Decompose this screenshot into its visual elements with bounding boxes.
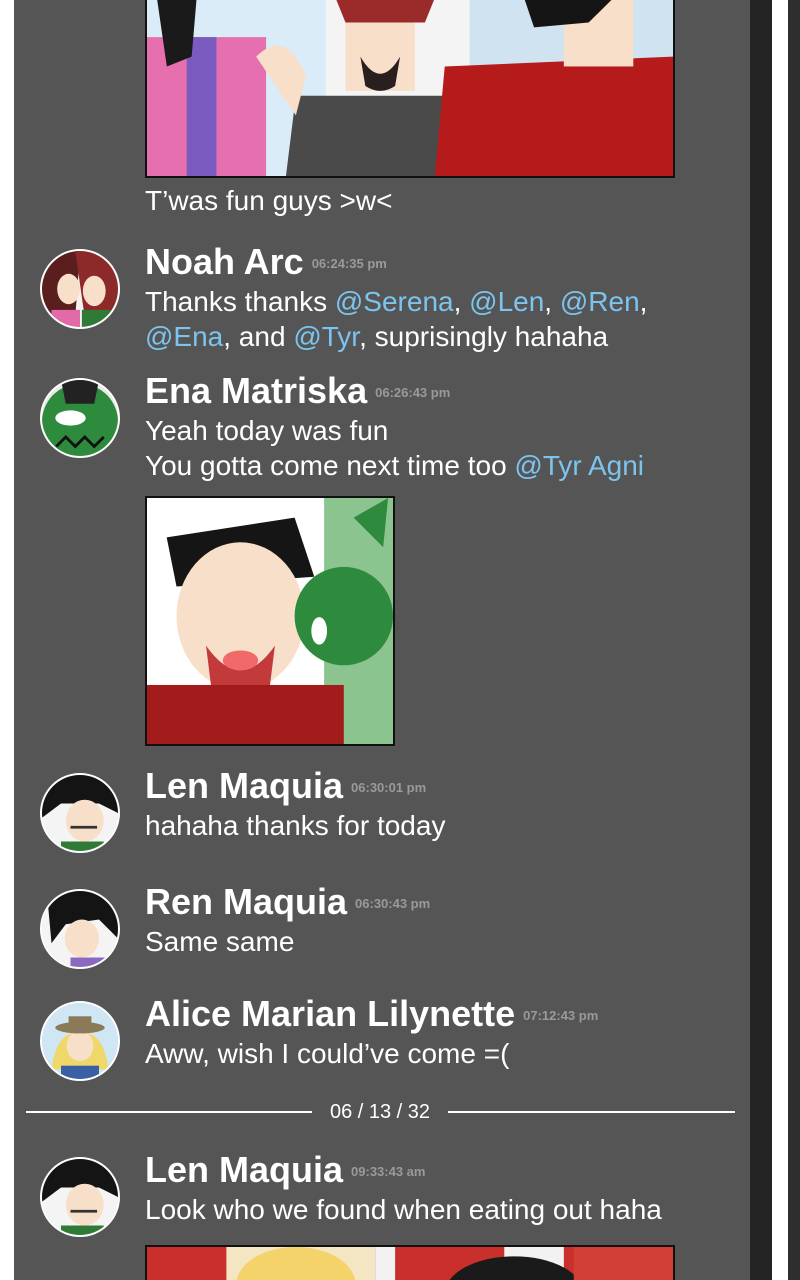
message-text: hahaha thanks for today: [145, 810, 446, 841]
message-text-line: You gotta come next time too @Tyr Agni: [145, 448, 644, 484]
mention-tyr-agni[interactable]: @Tyr Agni: [514, 450, 644, 481]
text-fragment: , suprisingly hahaha: [359, 321, 609, 352]
ren-maquia-avatar-icon: [42, 891, 118, 967]
text-fragment: , and: [223, 321, 294, 352]
text-fragment: Thanks thanks: [145, 286, 335, 317]
timestamp: 09:33:43 am: [351, 1164, 426, 1180]
message-text: Aww, wish I could’ve come =(: [145, 1038, 510, 1069]
message-text-line: Yeah today was fun: [145, 415, 389, 446]
author-name[interactable]: Alice Marian Lilynette 07:12:43 pm: [145, 994, 598, 1036]
noah-arc-avatar-icon: [42, 251, 118, 327]
group-photo-illustration: [147, 0, 673, 176]
restaurant-photo-illustration: [147, 1247, 673, 1280]
mention-tyr[interactable]: @Tyr: [293, 321, 359, 352]
avatar-len-maquia[interactable]: [40, 773, 120, 853]
author-name[interactable]: Len Maquia 09:33:43 am: [145, 1150, 425, 1192]
text-fragment: You gotta come next time too: [145, 450, 515, 481]
len-maquia-avatar-icon: [42, 775, 118, 851]
avatar-noah-arc[interactable]: [40, 249, 120, 329]
avatar-alice-marian-lilynette[interactable]: [40, 1001, 120, 1081]
ena-matriska-avatar-icon: [42, 380, 118, 456]
date-divider-line-left: [26, 1111, 312, 1113]
author-name-text: Ren Maquia: [145, 881, 348, 922]
message-text: Look who we found when eating out haha: [145, 1194, 662, 1225]
timestamp: 06:30:01 pm: [351, 780, 427, 796]
timestamp: 06:24:35 pm: [311, 256, 387, 272]
author-name-text: Noah Arc: [145, 241, 304, 282]
author-name[interactable]: Ena Matriska 06:26:43 pm: [145, 371, 450, 413]
author-name-text: Ena Matriska: [145, 370, 368, 411]
author-name-text: Len Maquia: [145, 765, 344, 806]
ena-photo-illustration: [147, 498, 393, 744]
message-image-restaurant[interactable]: [145, 1245, 675, 1280]
author-name-text: Alice Marian Lilynette: [145, 993, 516, 1034]
message-text: T’was fun guys >w<: [145, 185, 393, 216]
text-fragment: ,: [544, 286, 560, 317]
author-name-text: Len Maquia: [145, 1149, 344, 1190]
mention-ena[interactable]: @Ena: [145, 321, 223, 352]
mention-len[interactable]: @Len: [469, 286, 544, 317]
timestamp: 06:26:43 pm: [375, 385, 451, 401]
alice-avatar-icon: [42, 1003, 118, 1079]
avatar-len-maquia[interactable]: [40, 1157, 120, 1237]
mention-ren[interactable]: @Ren: [560, 286, 640, 317]
right-margin: [772, 0, 788, 1280]
avatar-ren-maquia[interactable]: [40, 889, 120, 969]
message-text-line: Thanks thanks @Serena, @Len, @Ren,: [145, 284, 647, 320]
author-name[interactable]: Len Maquia 06:30:01 pm: [145, 766, 426, 808]
message-text: Same same: [145, 926, 295, 957]
message-image-ena[interactable]: [145, 496, 395, 746]
left-margin: [0, 0, 14, 1280]
author-name[interactable]: Noah Arc 06:24:35 pm: [145, 242, 387, 284]
mention-serena[interactable]: @Serena: [335, 286, 454, 317]
right-edge: [788, 0, 800, 1280]
chat-panel: T’was fun guys >w< Noah Arc 06:24:35 pm T…: [14, 0, 750, 1280]
message-image-group-photo[interactable]: [145, 0, 675, 178]
timestamp: 07:12:43 pm: [523, 1008, 599, 1024]
text-fragment: ,: [639, 286, 648, 317]
author-name[interactable]: Ren Maquia 06:30:43 pm: [145, 882, 430, 924]
date-divider-label: 06 / 13 / 32: [329, 1101, 431, 1123]
text-fragment: ,: [453, 286, 470, 317]
message-text-line: @Ena, and @Tyr, suprisingly hahaha: [145, 319, 608, 355]
timestamp: 06:30:43 pm: [355, 896, 431, 912]
avatar-ena-matriska[interactable]: [40, 378, 120, 458]
len-maquia-avatar-icon: [42, 1159, 118, 1235]
scroll-rail[interactable]: [750, 0, 772, 1280]
date-divider-line-right: [448, 1111, 735, 1113]
